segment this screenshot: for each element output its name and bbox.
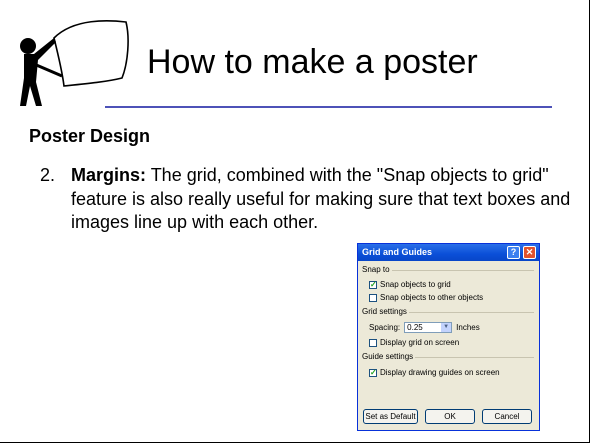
spacing-unit: Inches xyxy=(456,323,480,332)
display-grid-checkbox[interactable]: Display grid on screen xyxy=(369,338,459,347)
chevron-down-icon[interactable]: ▼ xyxy=(441,323,452,332)
help-button[interactable]: ? xyxy=(507,246,520,259)
checkbox-checked-icon: ✓ xyxy=(369,367,377,377)
person-holding-sign-icon xyxy=(20,20,129,106)
guide-settings-label: Guide settings xyxy=(362,352,416,361)
checkbox-unchecked-icon xyxy=(369,293,377,302)
spacing-label: Spacing: xyxy=(369,323,401,332)
spacing-row: Spacing: 0.25 ▼ Inches xyxy=(369,322,480,333)
checkbox-unchecked-icon xyxy=(369,338,377,347)
slide: How to make a poster Poster Design 2. Ma… xyxy=(0,0,590,443)
display-guides-checkbox[interactable]: ✓ Display drawing guides on screen xyxy=(369,368,500,377)
close-button[interactable]: ✕ xyxy=(523,246,536,259)
set-as-default-button[interactable]: Set as Default xyxy=(363,409,418,424)
list-item-term: Margins: xyxy=(71,165,147,185)
list-item-number: 2. xyxy=(40,165,56,185)
ok-button[interactable]: OK xyxy=(425,409,475,424)
dialog-title: Grid and Guides xyxy=(362,247,433,257)
snap-to-label: Snap to xyxy=(362,265,392,274)
snap-objects-to-other-checkbox[interactable]: Snap objects to other objects xyxy=(369,293,483,302)
section-heading: Poster Design xyxy=(29,126,151,146)
title-divider xyxy=(105,106,552,108)
snap-objects-to-grid-checkbox[interactable]: ✓ Snap objects to grid xyxy=(369,280,451,289)
list-item-body: Margins: The grid, combined with the "Sn… xyxy=(71,164,571,235)
list-item-text: The grid, combined with the "Snap object… xyxy=(71,165,571,232)
cancel-button[interactable]: Cancel xyxy=(482,409,532,424)
grid-settings-label: Grid settings xyxy=(362,307,409,316)
checkbox-checked-icon: ✓ xyxy=(369,279,377,289)
dialog-title-bar: Grid and Guides ? ✕ xyxy=(358,244,539,261)
slide-title: How to make a poster xyxy=(147,43,478,81)
grid-and-guides-dialog: Grid and Guides ? ✕ Snap to ✓ Snap objec… xyxy=(357,243,540,431)
spacing-select[interactable]: 0.25 ▼ xyxy=(404,322,453,333)
